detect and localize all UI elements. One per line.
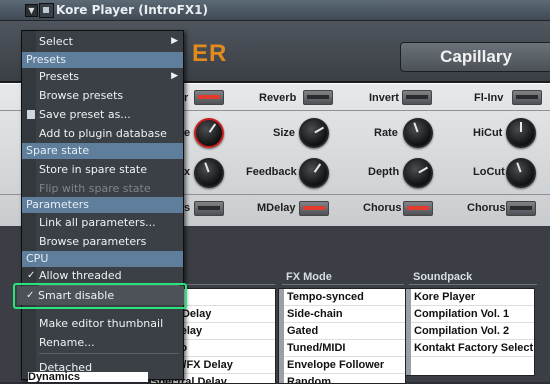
param-label-feedback: Feedback bbox=[246, 166, 297, 178]
param-label-hicut: HiCut bbox=[473, 127, 503, 139]
list-item[interactable]: Random bbox=[279, 374, 405, 383]
menu-separator bbox=[39, 353, 179, 354]
column-divider bbox=[409, 284, 537, 285]
soundpack-header: Soundpack bbox=[413, 271, 473, 283]
param-label-locut: LoCut bbox=[473, 166, 505, 178]
param-label: r bbox=[184, 92, 189, 104]
section-header-spare-state: Spare state bbox=[22, 143, 183, 159]
menu-item-store-in-spare-state[interactable]: Store in spare state bbox=[22, 160, 183, 179]
param-label: s bbox=[184, 202, 191, 214]
list-item[interactable]: Compilation Vol. 2 bbox=[406, 323, 534, 340]
list-item[interactable]: Tuned/MIDI bbox=[279, 340, 405, 357]
chorus-switch-2[interactable] bbox=[506, 201, 536, 216]
focus-highlight-outline bbox=[13, 283, 187, 309]
menu-item-rename[interactable]: Rename... bbox=[22, 333, 183, 352]
invert-switch[interactable] bbox=[402, 90, 432, 105]
param-label: e bbox=[184, 127, 191, 139]
menu-item-select[interactable]: Select ▶ bbox=[22, 32, 183, 51]
save-icon bbox=[27, 110, 35, 119]
param-label-size: Size bbox=[273, 127, 296, 139]
section-header-cpu: CPU bbox=[22, 251, 183, 267]
menu-item-link-all-parameters[interactable]: Link all parameters... bbox=[22, 213, 183, 232]
submenu-arrow-icon: ▶ bbox=[171, 71, 178, 81]
param-label-mdelay: MDelay bbox=[257, 202, 296, 214]
toggle-switch[interactable] bbox=[194, 90, 224, 105]
column-divider bbox=[282, 284, 404, 285]
submenu-arrow-icon: ▶ bbox=[171, 36, 178, 46]
param-label: x bbox=[184, 166, 191, 178]
toggle-switch[interactable] bbox=[194, 201, 224, 216]
knob[interactable] bbox=[194, 158, 224, 188]
menu-item-add-to-plugin-database[interactable]: Add to plugin database bbox=[22, 124, 183, 143]
locut-knob[interactable] bbox=[506, 158, 536, 188]
list-item[interactable]: Compilation Vol. 1 bbox=[406, 306, 534, 323]
rate-knob[interactable] bbox=[403, 118, 433, 148]
fx-mode-list[interactable]: Tempo-synced Side-chain Gated Tuned/MIDI… bbox=[278, 288, 406, 384]
fl-inv-switch[interactable] bbox=[512, 90, 542, 105]
preset-name-display[interactable]: Capillary bbox=[400, 42, 550, 72]
hicut-knob[interactable] bbox=[506, 118, 536, 148]
depth-knob[interactable] bbox=[403, 158, 433, 188]
window-title: Kore Player (IntroFX1) bbox=[56, 3, 208, 17]
section-header-presets: Presets bbox=[22, 52, 183, 68]
window-titlebar: ▼ Kore Player (IntroFX1) bbox=[0, 0, 550, 21]
list-item[interactable]: Kore Player bbox=[406, 289, 534, 306]
param-label-reverb: Reverb bbox=[259, 92, 297, 104]
list-edge bbox=[406, 289, 411, 375]
dropdown-arrow-icon[interactable]: ▼ bbox=[25, 4, 38, 17]
plugin-icon bbox=[39, 3, 54, 18]
param-label-invert: Invert bbox=[369, 92, 399, 104]
param-label-depth: Depth bbox=[368, 166, 400, 178]
list-item[interactable]: Tempo-synced bbox=[279, 289, 405, 306]
menu-item-presets[interactable]: Presets ▶ bbox=[22, 67, 183, 86]
menu-item-flip-with-spare-state: Flip with spare state bbox=[39, 182, 151, 195]
menu-item-browse-presets[interactable]: Browse presets bbox=[22, 86, 183, 105]
plugin-context-menu: Select ▶ Presets Presets ▶ Browse preset… bbox=[21, 30, 184, 380]
section-header-parameters: Parameters bbox=[22, 197, 183, 213]
menu-item-browse-parameters[interactable]: Browse parameters bbox=[22, 232, 183, 251]
list-item[interactable]: Gated bbox=[279, 323, 405, 340]
menu-item-make-editor-thumbnail[interactable]: Make editor thumbnail bbox=[22, 314, 183, 333]
list-item[interactable]: Envelope Follower bbox=[279, 357, 405, 374]
fx-mode-header: FX Mode bbox=[286, 271, 332, 283]
param-label-chorus: Chorus bbox=[363, 202, 402, 214]
list-item-partial[interactable]: Dynamics bbox=[28, 372, 148, 382]
knob[interactable] bbox=[194, 118, 224, 148]
plugin-logo: ER bbox=[192, 40, 228, 67]
chorus-switch[interactable] bbox=[403, 201, 433, 216]
mdelay-switch[interactable] bbox=[299, 201, 329, 216]
soundpack-list[interactable]: Kore Player Compilation Vol. 1 Compilati… bbox=[405, 288, 535, 376]
param-label-fl-inv: Fl-Inv bbox=[474, 92, 504, 104]
list-edge bbox=[279, 289, 284, 383]
param-label-rate: Rate bbox=[374, 127, 398, 139]
list-item[interactable]: Side-chain bbox=[279, 306, 405, 323]
reverb-switch[interactable] bbox=[303, 90, 333, 105]
list-item[interactable]: Kontakt Factory Select.. bbox=[406, 340, 534, 357]
size-knob[interactable] bbox=[299, 118, 329, 148]
param-label-chorus-2: Chorus bbox=[467, 202, 506, 214]
menu-item-save-preset-as[interactable]: Save preset as... bbox=[22, 105, 183, 124]
feedback-knob[interactable] bbox=[299, 158, 329, 188]
